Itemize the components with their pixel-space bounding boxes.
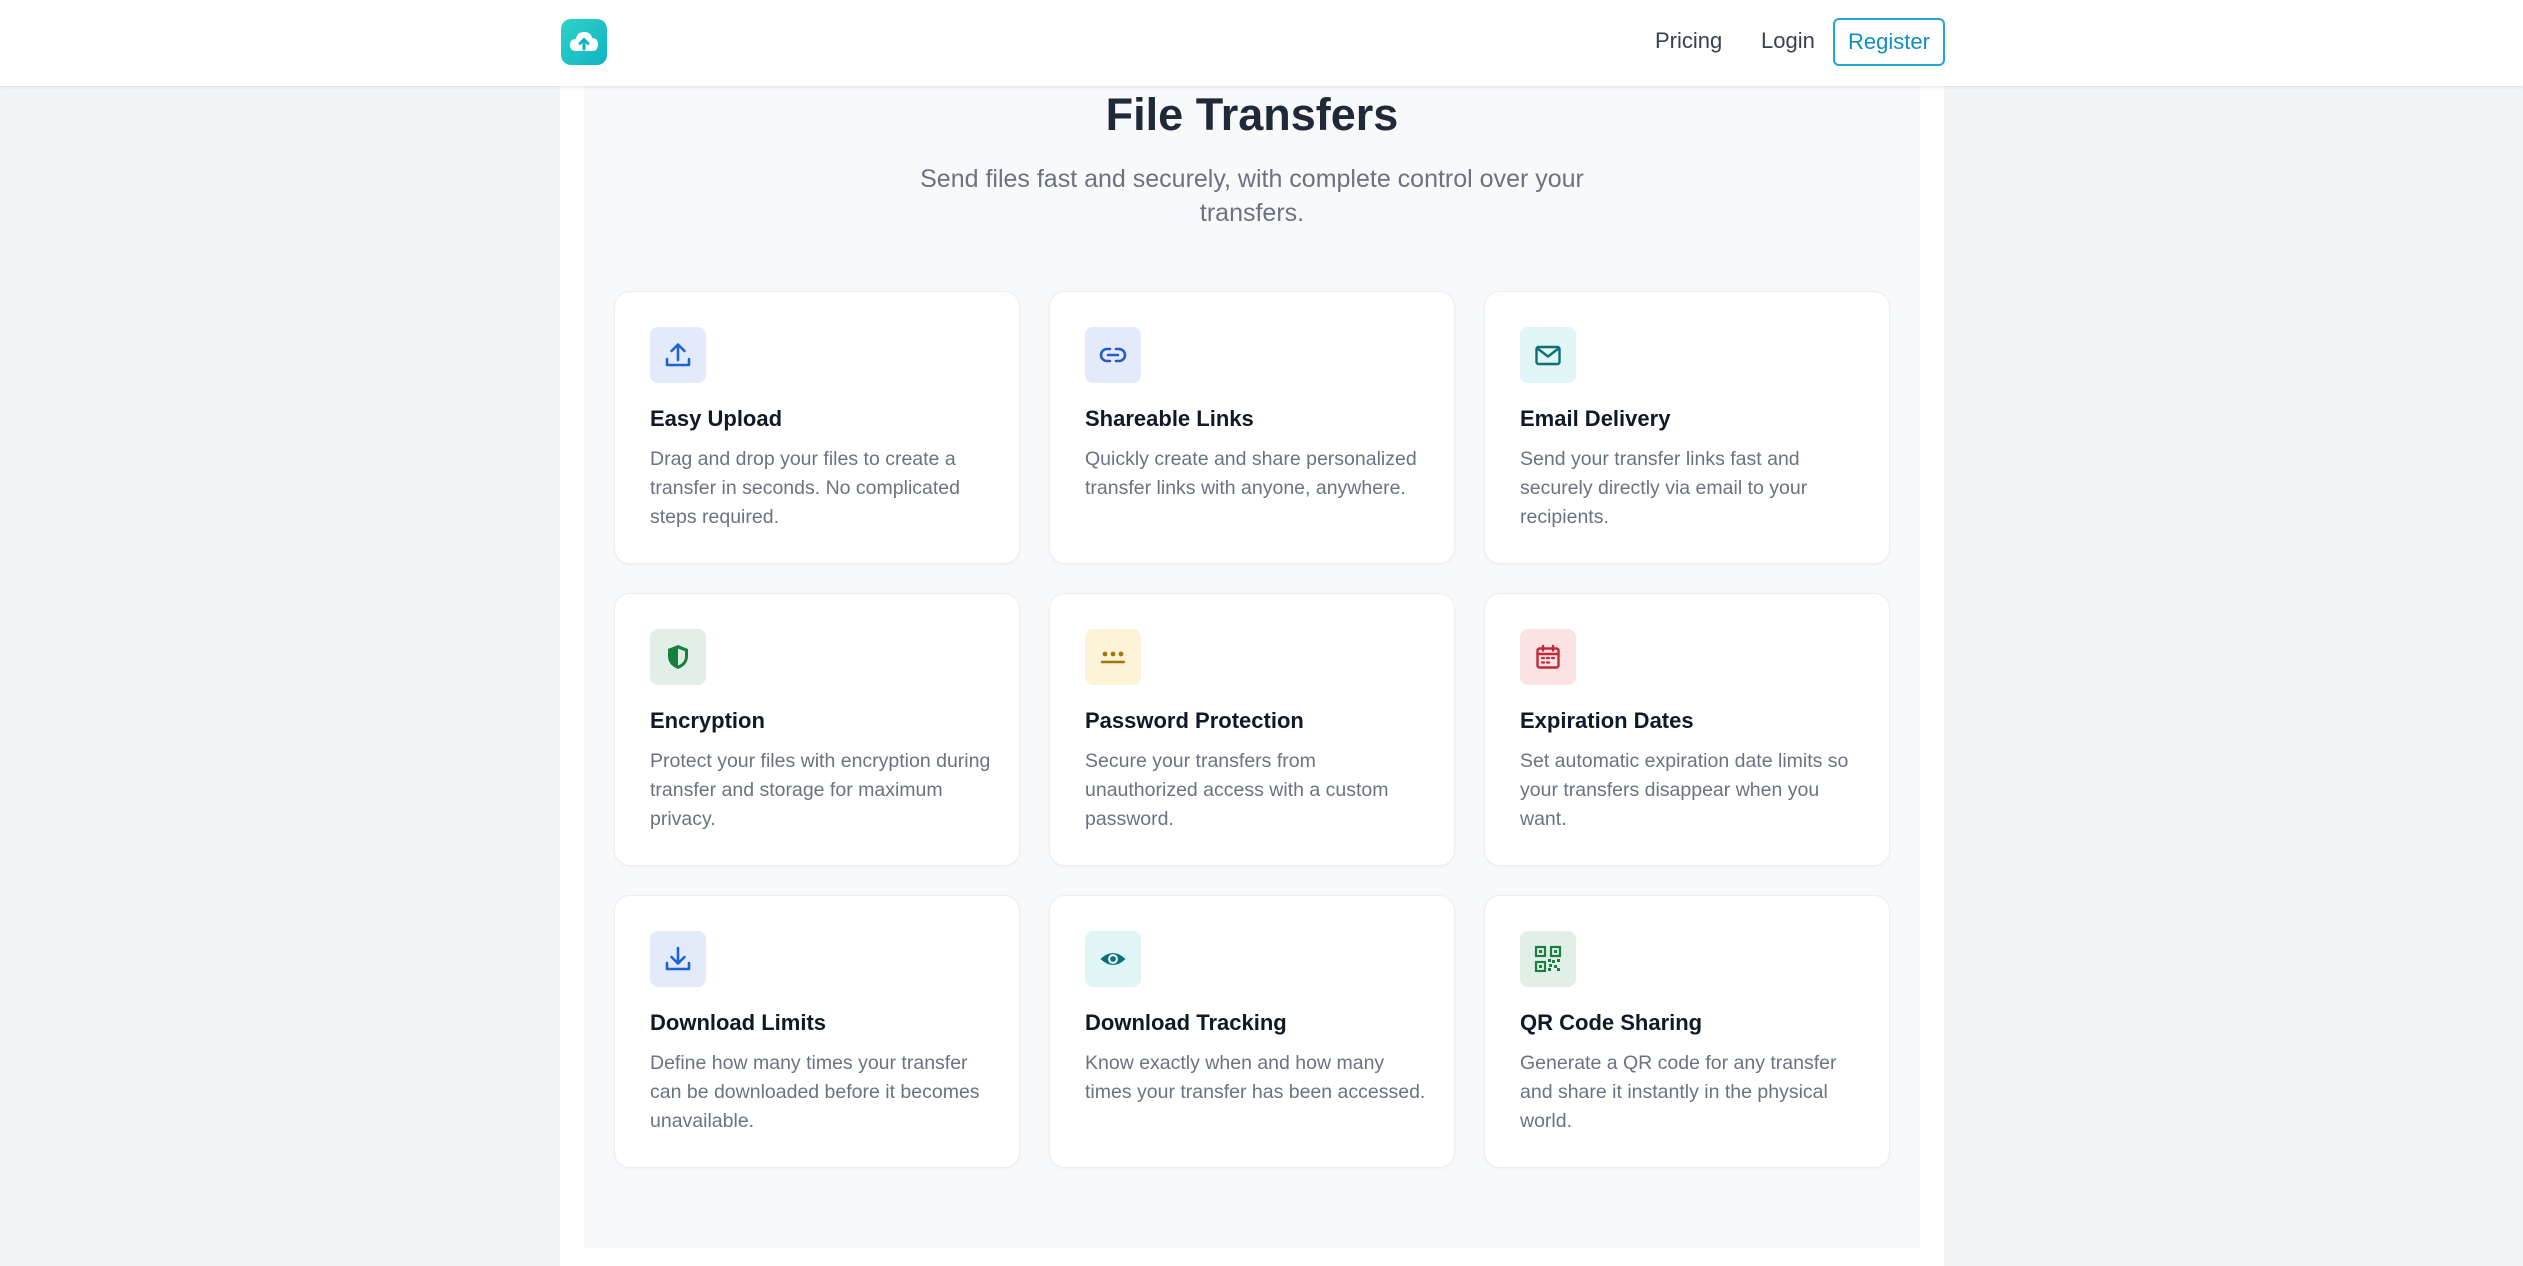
feature-card-download-limits: Download Limits Define how many times yo…	[614, 895, 1020, 1168]
top-navbar: Pricing Login Register	[0, 0, 2523, 86]
features-section: File Transfers Send files fast and secur…	[584, 86, 1920, 1248]
feature-card-download-tracking: Download Tracking Know exactly when and …	[1049, 895, 1455, 1168]
feature-card-qr-code-sharing: QR Code Sharing Generate a QR code for a…	[1484, 895, 1890, 1168]
feature-card-password-protection: Password Protection Secure your transfer…	[1049, 593, 1455, 866]
feature-title: Download Tracking	[1085, 1010, 1287, 1035]
feature-card-encryption: Encryption Protect your files with encry…	[614, 593, 1020, 866]
feature-description: Know exactly when and how many times you…	[1085, 1052, 1426, 1103]
calendar-icon	[1520, 629, 1576, 685]
eye-icon	[1085, 931, 1141, 987]
feature-description: Drag and drop your files to create a tra…	[650, 448, 960, 528]
download-icon	[650, 931, 706, 987]
page-title: File Transfers	[1105, 89, 1399, 140]
feature-title: Encryption	[650, 708, 765, 733]
feature-title: Password Protection	[1085, 708, 1304, 733]
feature-description: Protect your files with encryption durin…	[650, 750, 991, 830]
cloud-upload-logo-icon[interactable]	[561, 19, 607, 65]
feature-description: Set automatic expiration date limits so …	[1520, 750, 1849, 830]
nav-pricing-link[interactable]: Pricing	[1655, 28, 1722, 54]
nav-login-link[interactable]: Login	[1761, 28, 1815, 54]
feature-description: Secure your transfers from unauthorized …	[1085, 750, 1389, 830]
shield-icon	[650, 629, 706, 685]
feature-card-easy-upload: Easy Upload Drag and drop your files to …	[614, 291, 1020, 564]
feature-title: Expiration Dates	[1520, 708, 1694, 733]
feature-card-expiration-dates: Expiration Dates Set automatic expiratio…	[1484, 593, 1890, 866]
link-icon	[1085, 327, 1141, 383]
feature-title: Shareable Links	[1085, 406, 1254, 431]
feature-description: Quickly create and share personalized tr…	[1085, 448, 1417, 499]
upload-icon	[650, 327, 706, 383]
feature-card-email-delivery: Email Delivery Send your transfer links …	[1484, 291, 1890, 564]
feature-title: Email Delivery	[1520, 406, 1671, 431]
register-button[interactable]: Register	[1833, 18, 1945, 66]
password-dots-icon	[1085, 629, 1141, 685]
feature-description: Generate a QR code for any transfer and …	[1520, 1052, 1837, 1132]
page-subtitle: Send files fast and securely, with compl…	[920, 165, 1584, 227]
feature-description: Send your transfer links fast and secure…	[1520, 448, 1808, 528]
feature-title: QR Code Sharing	[1520, 1010, 1703, 1035]
feature-description: Define how many times your transfer can …	[650, 1052, 980, 1132]
feature-title: Download Limits	[650, 1010, 826, 1035]
qr-code-icon	[1520, 931, 1576, 987]
feature-card-shareable-links: Shareable Links Quickly create and share…	[1049, 291, 1455, 564]
feature-title: Easy Upload	[650, 406, 783, 431]
envelope-icon	[1520, 327, 1576, 383]
